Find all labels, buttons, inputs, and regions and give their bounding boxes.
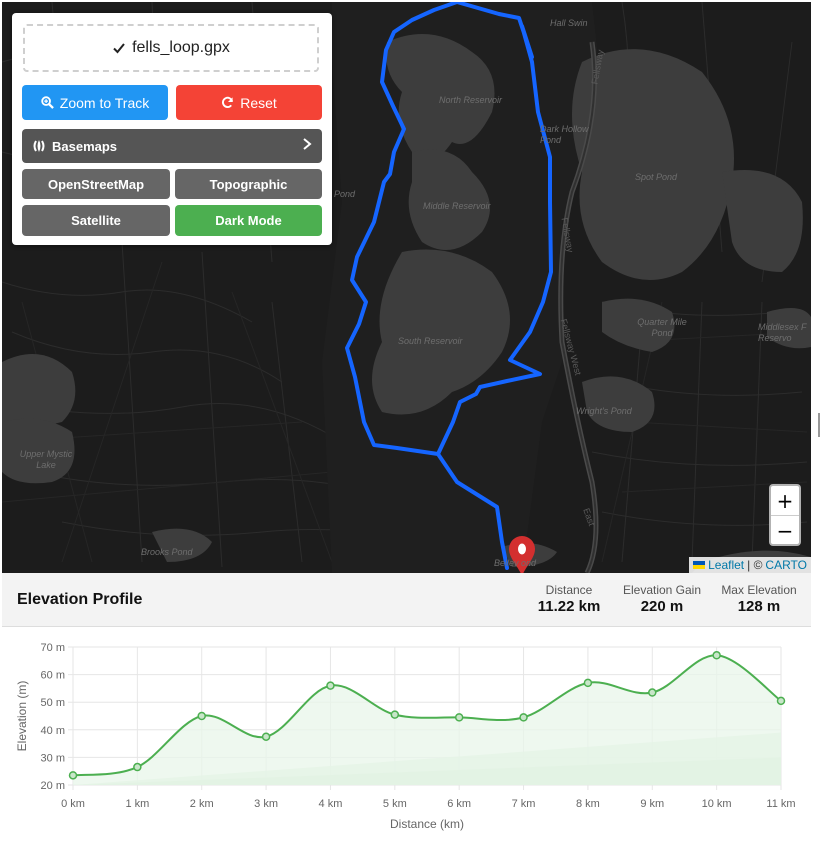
stat-value: 128 m — [737, 598, 781, 615]
basemap-option-openstreetmap[interactable]: OpenStreetMap — [22, 169, 170, 199]
elevation-header: Elevation Profile Distance 11.22 km Elev… — [2, 573, 811, 627]
y-tick-label: 40 m — [41, 725, 65, 737]
x-tick-label: 6 km — [447, 798, 471, 810]
basemap-option-topographic[interactable]: Topographic — [175, 169, 322, 199]
search-plus-icon — [41, 96, 54, 109]
y-tick-label: 20 m — [41, 780, 65, 792]
chevron-right-icon — [303, 138, 312, 150]
map-label: Hall Swin — [550, 18, 588, 28]
x-tick-label: 5 km — [383, 798, 407, 810]
refresh-icon — [222, 96, 234, 108]
elevation-point — [648, 688, 657, 697]
attribution-separator: | © — [747, 558, 763, 572]
basemaps-toggle[interactable]: Basemaps — [22, 129, 322, 163]
elevation-chart-svg: 20 m 30 m 40 m 50 m 60 m 70 m 0 km 1 km 2 km 3 km… — [15, 642, 796, 831]
map-label: Bellev ond — [494, 558, 537, 568]
map-label: Dark Hollow Pond — [540, 124, 589, 145]
file-name: fells_loop.gpx — [132, 39, 230, 56]
x-tick-label: 7 km — [512, 798, 536, 810]
map-label: Brooks Pond — [141, 547, 193, 557]
x-tick-label: 0 km — [61, 798, 85, 810]
elevation-point — [776, 696, 786, 706]
leaflet-link[interactable]: Leaflet — [708, 558, 744, 572]
resize-handle[interactable] — [818, 413, 820, 437]
map-label: Middle Reservoir — [423, 201, 491, 211]
map-label: Middlesex F Reservo — [758, 322, 807, 343]
elevation-point — [454, 713, 464, 722]
stat-value: 220 m — [640, 598, 684, 615]
map-label: Spot Pond — [635, 172, 678, 182]
map-label: Wright's Pond — [576, 406, 632, 416]
elevation-point — [583, 678, 593, 688]
elevation-point — [197, 711, 206, 721]
check-icon — [113, 43, 125, 54]
y-tick-label: 50 m — [41, 697, 65, 709]
stat-value: 11.22 km — [537, 598, 601, 615]
x-tick-label: 2 km — [190, 798, 214, 810]
x-tick-label: 9 km — [640, 798, 664, 810]
ukraine-flag-icon — [693, 561, 706, 569]
basemaps-label: Basemaps — [52, 138, 118, 154]
x-tick-label: 4 km — [319, 798, 343, 810]
x-tick-label: 1 km — [125, 798, 149, 810]
elevation-point — [519, 713, 528, 722]
map-label: Pond — [334, 189, 356, 199]
elevation-chart[interactable]: 20 m 30 m 40 m 50 m 60 m 70 m 0 km 1 km 2 km 3 km… — [2, 627, 811, 841]
y-tick-label: 30 m — [41, 752, 65, 764]
stat-label: Elevation Gain — [622, 583, 702, 597]
zoom-to-track-button[interactable]: Zoom to Track — [22, 85, 168, 120]
basemap-option-dark-mode[interactable]: Dark Mode — [175, 205, 322, 236]
file-drop-zone[interactable]: fells_loop.gpx — [23, 24, 319, 72]
map-label: North Reservoir — [439, 95, 503, 105]
x-axis-label: Distance (km) — [390, 817, 464, 831]
x-tick-label: 11 km — [766, 798, 795, 810]
elevation-point — [133, 762, 142, 772]
elevation-point — [326, 681, 335, 690]
x-tick-label: 8 km — [576, 798, 600, 810]
elevation-point — [712, 651, 721, 660]
stat-label: Distance — [545, 583, 593, 597]
x-tick-label: 10 km — [702, 798, 732, 810]
zoom-to-track-label: Zoom to Track — [59, 94, 150, 111]
zoom-control: + − — [769, 484, 801, 546]
basemap-option-satellite[interactable]: Satellite — [22, 205, 170, 236]
y-axis-label: Elevation (m) — [15, 681, 29, 752]
zoom-out-button[interactable]: − — [771, 516, 799, 545]
map-attribution: Leaflet | © CARTO — [689, 557, 811, 573]
stat-label: Max Elevation — [721, 583, 797, 597]
reset-label: Reset — [240, 94, 277, 111]
elevation-point — [261, 732, 271, 741]
reset-button[interactable]: Reset — [176, 85, 322, 120]
stat-distance: Distance 11.22 km — [530, 583, 608, 615]
zoom-in-button[interactable]: + — [771, 486, 799, 516]
elevation-point — [390, 710, 400, 719]
y-tick-label: 70 m — [41, 642, 65, 654]
map-label: South Reservoir — [398, 336, 463, 346]
map-label: Upper Mystic Lake — [19, 449, 73, 470]
elevation-title: Elevation Profile — [17, 591, 143, 608]
stat-elevation-gain: Elevation Gain 220 m — [618, 583, 706, 615]
layers-icon — [33, 140, 45, 152]
y-tick-label: 60 m — [41, 670, 65, 682]
carto-link[interactable]: CARTO — [765, 558, 807, 572]
stat-max-elevation: Max Elevation 128 m — [716, 583, 802, 615]
map-label: Quarter Mile Pond — [637, 317, 687, 338]
elevation-point — [68, 771, 78, 780]
control-panel: fells_loop.gpx Zoom to Track Reset Basem… — [12, 13, 332, 245]
x-tick-label: 3 km — [254, 798, 278, 810]
